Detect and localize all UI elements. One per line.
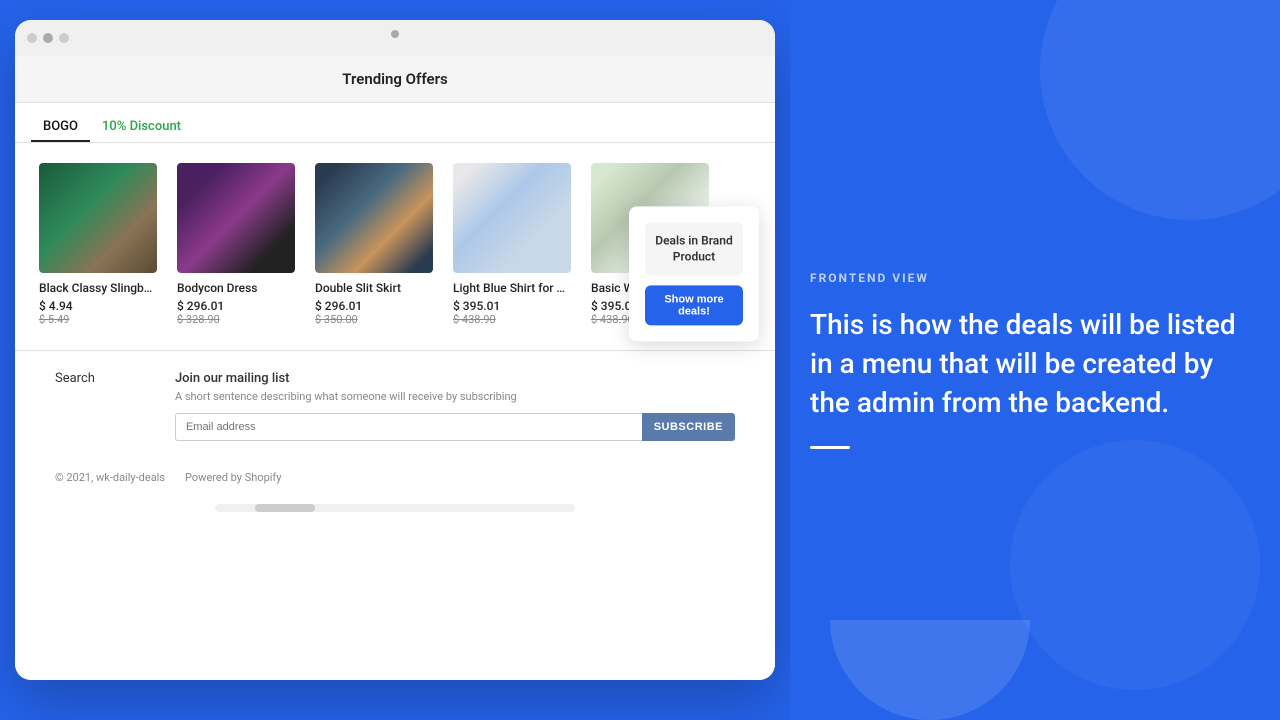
browser-content: Trending Offers BOGO 10% Discount Black … — [15, 56, 775, 680]
product-name: Black Classy Slingbag — [39, 281, 157, 295]
product-image — [315, 163, 433, 273]
product-card[interactable]: Double Slit Skirt $ 296.01 $ 350.00 — [307, 159, 445, 334]
scroll-thumb — [255, 504, 315, 512]
main-description: This is how the deals will be listed in … — [810, 305, 1240, 423]
product-price-old: $ 350.00 — [315, 313, 437, 326]
newsletter-desc: A short sentence describing what someone… — [175, 390, 735, 403]
product-price-new: $ 296.01 — [177, 299, 299, 313]
trending-header: Trending Offers — [15, 56, 775, 103]
product-name: Light Blue Shirt for Me — [453, 281, 571, 295]
footer-section: Search Join our mailing list A short sen… — [15, 350, 775, 461]
accent-line — [810, 446, 850, 449]
newsletter-title: Join our mailing list — [175, 371, 735, 386]
product-price-old: $ 328.90 — [177, 313, 299, 326]
bg-decoration-circle-1 — [1040, 0, 1280, 220]
products-section: Black Classy Slingbag $ 4.94 $ 5.49 Body… — [15, 143, 775, 350]
trending-title: Trending Offers — [342, 70, 447, 88]
product-card[interactable]: Black Classy Slingbag $ 4.94 $ 5.49 — [31, 159, 169, 334]
browser-dot-2 — [43, 33, 53, 43]
product-price-new: $ 395.01 — [453, 299, 575, 313]
left-panel: Trending Offers BOGO 10% Discount Black … — [0, 0, 790, 720]
bg-decoration-circle-2 — [1010, 440, 1260, 690]
product-price-old: $ 438.90 — [453, 313, 575, 326]
scroll-indicator — [215, 504, 575, 512]
browser-dot-3 — [59, 33, 69, 43]
product-image — [453, 163, 571, 273]
footer-bottom: © 2021, wk-daily-deals Powered by Shopif… — [15, 461, 775, 500]
bg-decoration-curve — [830, 620, 1030, 720]
browser-indicator — [391, 30, 399, 38]
product-price-new: $ 4.94 — [39, 299, 161, 313]
footer-newsletter: Join our mailing list A short sentence d… — [175, 371, 735, 441]
product-price-new: $ 296.01 — [315, 299, 437, 313]
right-panel: FRONTEND VIEW This is how the deals will… — [790, 0, 1280, 720]
product-name: Bodycon Dress — [177, 281, 295, 295]
frontend-label: FRONTEND VIEW — [810, 271, 1240, 285]
tab-bogo[interactable]: BOGO — [31, 113, 90, 142]
product-card[interactable]: Light Blue Shirt for Me $ 395.01 $ 438.9… — [445, 159, 583, 334]
deals-popup: Deals in Brand Product Show more deals! — [629, 206, 759, 342]
show-more-deals-button[interactable]: Show more deals! — [645, 285, 743, 325]
deals-popup-label: Deals in Brand Product — [645, 222, 743, 276]
tab-discount[interactable]: 10% Discount — [90, 113, 193, 142]
tabs-row: BOGO 10% Discount — [15, 103, 775, 143]
product-image — [39, 163, 157, 273]
browser-bar — [15, 20, 775, 56]
copyright-text: © 2021, wk-daily-deals — [55, 471, 165, 484]
product-image — [177, 163, 295, 273]
browser-window: Trending Offers BOGO 10% Discount Black … — [15, 20, 775, 680]
product-price-old: $ 5.49 — [39, 313, 161, 326]
footer-search-link[interactable]: Search — [55, 371, 95, 441]
product-name: Double Slit Skirt — [315, 281, 433, 295]
powered-by: Powered by Shopify — [185, 471, 281, 484]
subscribe-button[interactable]: SUBSCRIBE — [642, 413, 735, 441]
email-input[interactable] — [175, 413, 642, 441]
products-scroll: Black Classy Slingbag $ 4.94 $ 5.49 Body… — [31, 159, 721, 334]
browser-dot-1 — [27, 33, 37, 43]
product-card[interactable]: Bodycon Dress $ 296.01 $ 328.90 — [169, 159, 307, 334]
newsletter-form: SUBSCRIBE — [175, 413, 735, 441]
